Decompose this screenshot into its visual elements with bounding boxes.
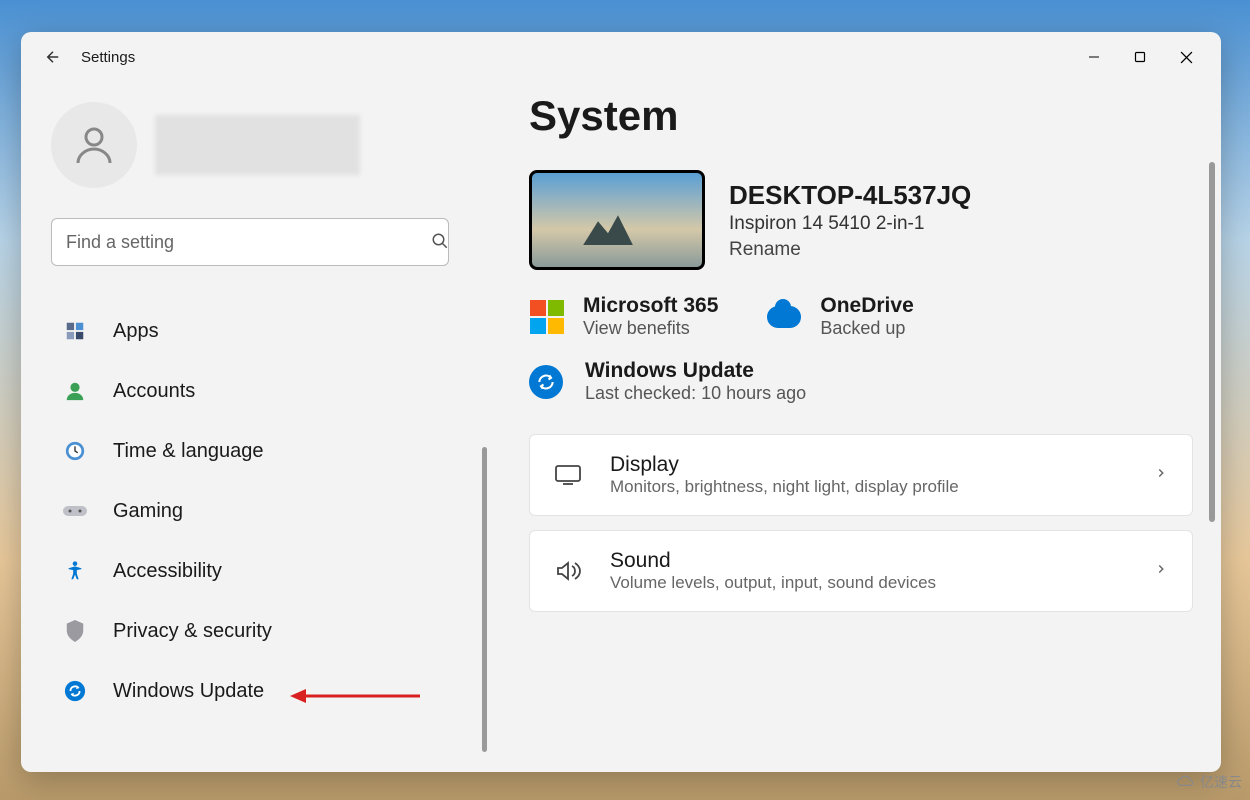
sidebar-item-time-language[interactable]: Time & language bbox=[51, 426, 467, 476]
search-icon bbox=[431, 232, 449, 255]
accessibility-icon bbox=[63, 559, 87, 583]
annotation-arrow bbox=[290, 686, 420, 706]
microsoft365-item[interactable]: Microsoft 365 View benefits bbox=[529, 294, 718, 339]
sidebar-item-label: Gaming bbox=[113, 500, 183, 523]
sidebar-item-label: Windows Update bbox=[113, 680, 264, 703]
card-desc: Volume levels, output, input, sound devi… bbox=[610, 573, 1126, 593]
search-container bbox=[51, 218, 467, 266]
device-summary: DESKTOP-4L537JQ Inspiron 14 5410 2-in-1 … bbox=[529, 170, 1193, 270]
microsoft365-subtitle: View benefits bbox=[583, 318, 718, 339]
sidebar: Apps Accounts Time & language bbox=[21, 82, 491, 772]
onedrive-subtitle: Backed up bbox=[820, 318, 913, 339]
windows-update-subtitle: Last checked: 10 hours ago bbox=[585, 383, 806, 404]
window-controls bbox=[1071, 39, 1209, 75]
device-name: DESKTOP-4L537JQ bbox=[729, 180, 971, 211]
sidebar-item-accounts[interactable]: Accounts bbox=[51, 366, 467, 416]
card-sound[interactable]: Sound Volume levels, output, input, soun… bbox=[529, 530, 1193, 612]
sidebar-item-accessibility[interactable]: Accessibility bbox=[51, 546, 467, 596]
sidebar-item-gaming[interactable]: Gaming bbox=[51, 486, 467, 536]
sound-icon bbox=[554, 557, 582, 585]
user-profile[interactable] bbox=[51, 102, 467, 188]
microsoft-logo-icon bbox=[529, 299, 565, 335]
device-model: Inspiron 14 5410 2-in-1 bbox=[729, 213, 971, 235]
update-status-icon bbox=[529, 365, 563, 399]
titlebar: Settings bbox=[21, 32, 1221, 82]
windows-update-title: Windows Update bbox=[585, 359, 806, 383]
user-name-redacted bbox=[155, 115, 360, 175]
settings-window: Settings bbox=[21, 32, 1221, 772]
sidebar-item-label: Apps bbox=[113, 320, 159, 343]
window-body: Apps Accounts Time & language bbox=[21, 82, 1221, 772]
avatar bbox=[51, 102, 137, 188]
page-title: System bbox=[529, 92, 1193, 140]
maximize-button[interactable] bbox=[1117, 39, 1163, 75]
back-button[interactable] bbox=[33, 37, 73, 77]
search-input[interactable] bbox=[51, 218, 449, 266]
main-content: System DESKTOP-4L537JQ Inspiron 14 5410 … bbox=[491, 82, 1221, 772]
windows-update-row[interactable]: Windows Update Last checked: 10 hours ag… bbox=[529, 359, 1193, 404]
device-info: DESKTOP-4L537JQ Inspiron 14 5410 2-in-1 … bbox=[729, 180, 971, 261]
sidebar-item-label: Time & language bbox=[113, 440, 263, 463]
chevron-right-icon bbox=[1154, 562, 1168, 581]
main-scrollbar[interactable] bbox=[1209, 162, 1215, 522]
sidebar-scrollbar[interactable] bbox=[482, 447, 487, 752]
windows-update-icon bbox=[63, 679, 87, 703]
rename-link[interactable]: Rename bbox=[729, 239, 971, 261]
sidebar-item-apps[interactable]: Apps bbox=[51, 306, 467, 356]
onedrive-icon bbox=[766, 299, 802, 335]
watermark: 亿速云 bbox=[1176, 772, 1242, 792]
sidebar-nav: Apps Accounts Time & language bbox=[51, 306, 467, 716]
display-icon bbox=[554, 461, 582, 489]
sidebar-item-label: Privacy & security bbox=[113, 620, 272, 643]
card-desc: Monitors, brightness, night light, displ… bbox=[610, 477, 1126, 497]
apps-icon bbox=[63, 319, 87, 343]
card-title: Sound bbox=[610, 549, 1126, 573]
privacy-icon bbox=[63, 619, 87, 643]
chevron-right-icon bbox=[1154, 466, 1168, 485]
subscription-row: Microsoft 365 View benefits OneDrive Bac… bbox=[529, 294, 1193, 339]
close-button[interactable] bbox=[1163, 39, 1209, 75]
minimize-button[interactable] bbox=[1071, 39, 1117, 75]
onedrive-item[interactable]: OneDrive Backed up bbox=[766, 294, 913, 339]
window-title: Settings bbox=[81, 49, 135, 66]
sidebar-item-privacy-security[interactable]: Privacy & security bbox=[51, 606, 467, 656]
card-title: Display bbox=[610, 453, 1126, 477]
onedrive-title: OneDrive bbox=[820, 294, 913, 318]
microsoft365-title: Microsoft 365 bbox=[583, 294, 718, 318]
time-icon bbox=[63, 439, 87, 463]
device-wallpaper-thumb bbox=[529, 170, 705, 270]
sidebar-item-label: Accounts bbox=[113, 380, 195, 403]
card-display[interactable]: Display Monitors, brightness, night ligh… bbox=[529, 434, 1193, 516]
gaming-icon bbox=[63, 499, 87, 523]
sidebar-item-label: Accessibility bbox=[113, 560, 222, 583]
accounts-icon bbox=[63, 379, 87, 403]
